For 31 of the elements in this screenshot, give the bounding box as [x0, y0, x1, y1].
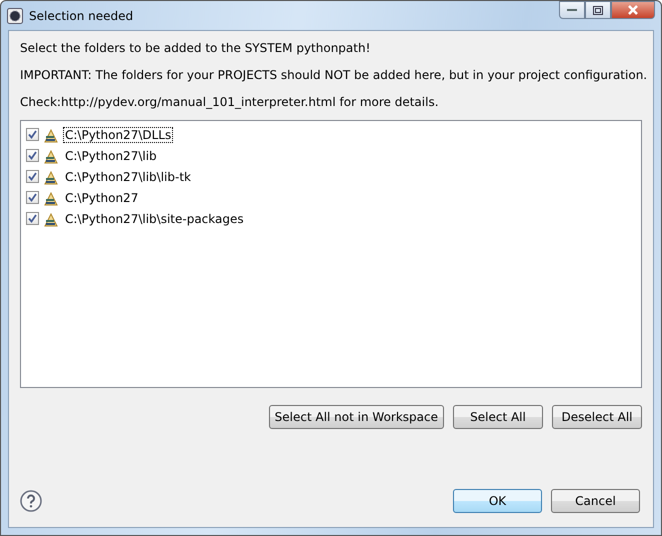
library-icon — [43, 190, 59, 206]
checkbox[interactable] — [26, 149, 39, 162]
message-text: Check:http://pydev.org/manual_101_interpreter.html for more details. — [20, 95, 440, 110]
help-icon[interactable] — [20, 490, 42, 512]
library-icon — [43, 168, 59, 184]
checkbox[interactable] — [26, 191, 39, 204]
folder-path[interactable]: C:\Python27\lib — [63, 148, 159, 164]
library-icon — [43, 126, 59, 142]
close-icon — [627, 5, 639, 15]
folder-path[interactable]: C:\Python27\DLLs — [63, 126, 174, 142]
folder-path[interactable]: C:\Python27 — [63, 190, 140, 206]
checkbox[interactable] — [26, 170, 39, 183]
dialog-button[interactable]: OK — [453, 489, 542, 513]
minimize-button[interactable] — [559, 1, 585, 19]
window-title: Selection needed — [29, 8, 134, 22]
checkbox[interactable] — [26, 212, 39, 225]
message-text: Select the folders to be added to the SYSTEM pythonpath! — [20, 41, 372, 56]
library-icon — [43, 148, 59, 164]
close-button[interactable] — [611, 1, 655, 19]
maximize-icon — [593, 6, 603, 14]
folder-path[interactable]: C:\Python27\lib\site-packages — [63, 210, 246, 226]
dialog-button[interactable]: Cancel — [551, 489, 640, 513]
minimize-icon — [567, 8, 577, 12]
selection-button[interactable]: Select All not in Workspace — [268, 405, 444, 429]
checkbox[interactable] — [26, 128, 39, 141]
selection-button[interactable]: Deselect All — [552, 405, 642, 429]
app-icon — [7, 8, 23, 24]
folder-path[interactable]: C:\Python27\lib\lib-tk — [63, 168, 193, 184]
maximize-button[interactable] — [585, 1, 611, 19]
library-icon — [43, 210, 59, 226]
selection-button[interactable]: Select All — [453, 405, 543, 429]
